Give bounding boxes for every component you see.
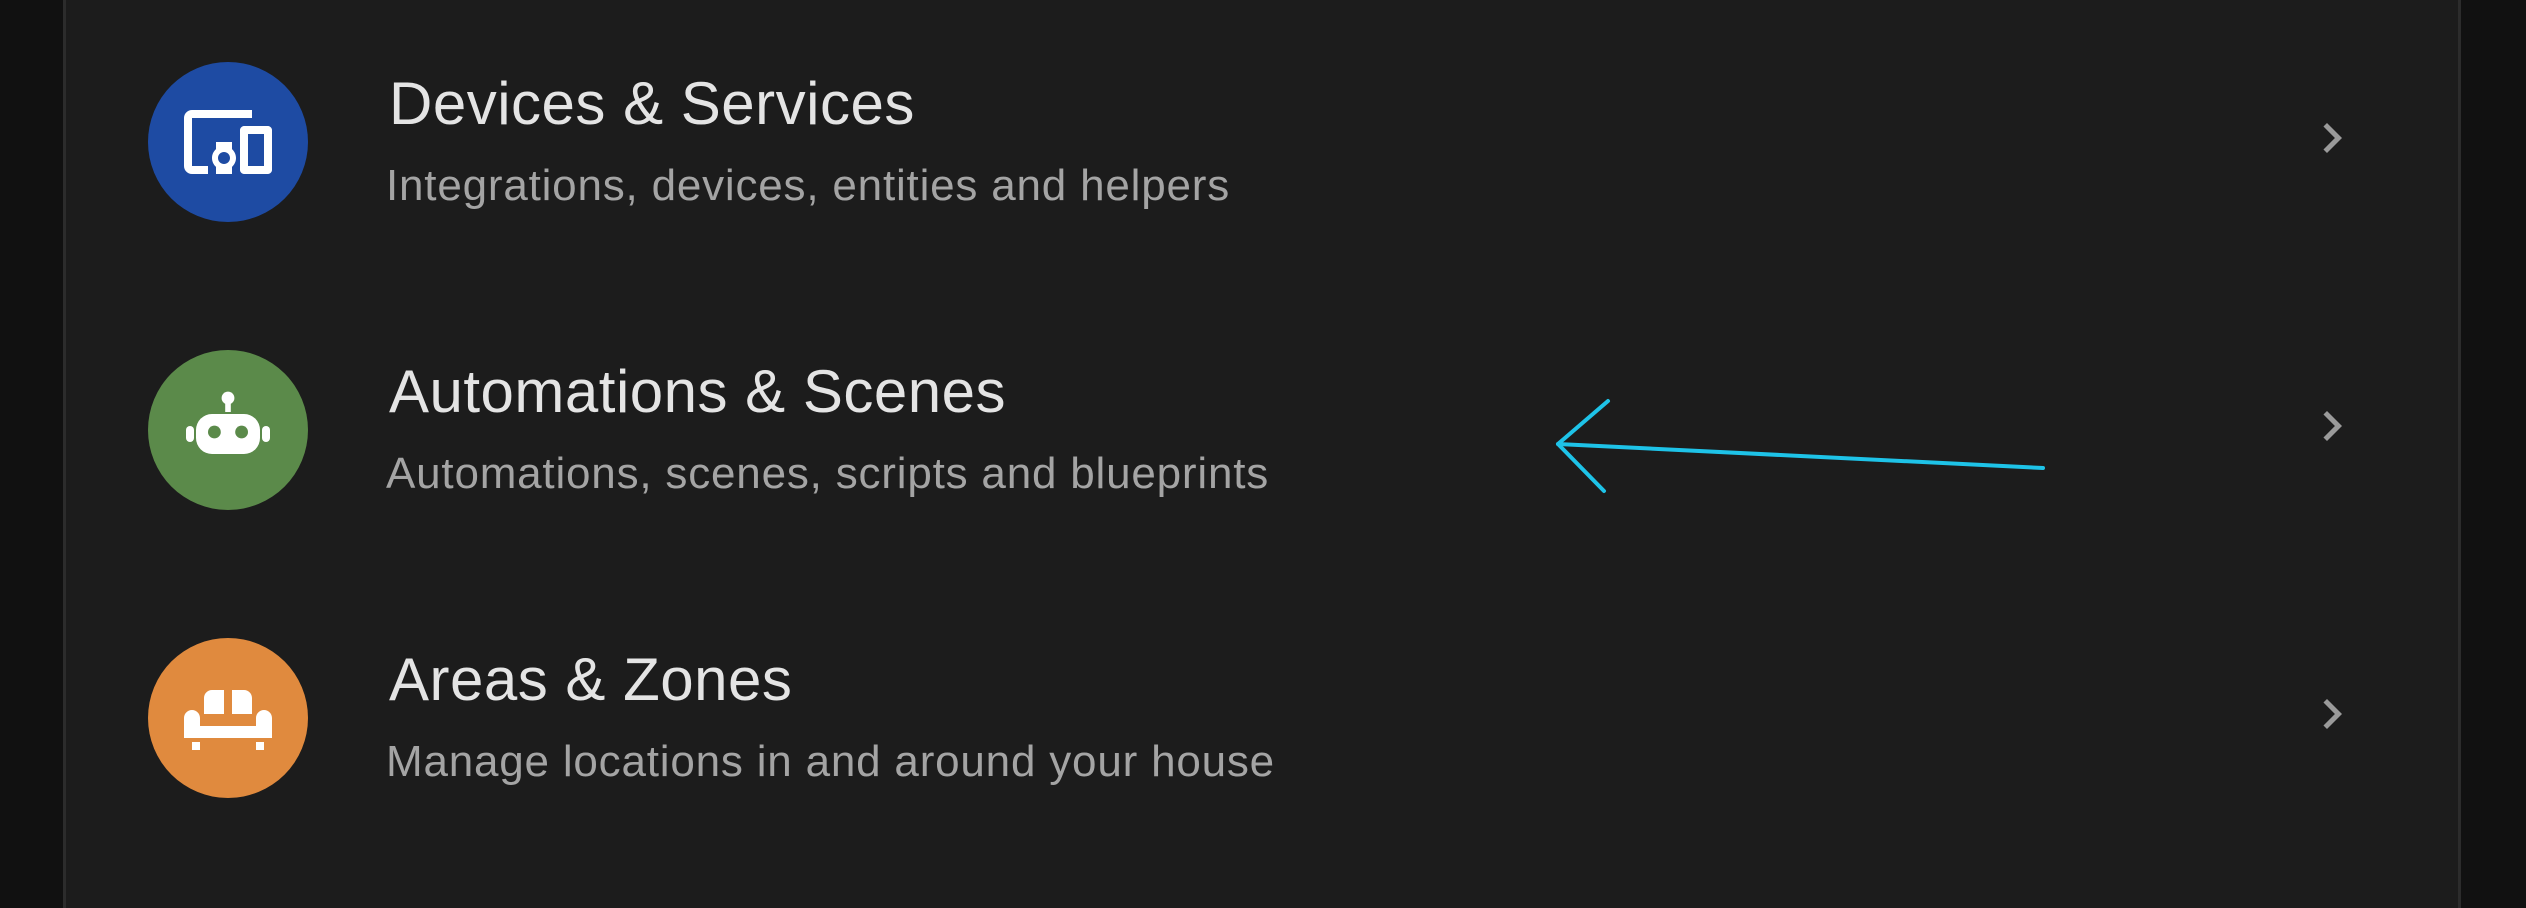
item-title: Areas & Zones [389, 646, 793, 713]
item-title: Automations & Scenes [389, 358, 1007, 425]
item-title: Devices & Services [389, 70, 915, 137]
item-subtitle: Integrations, devices, entities and help… [386, 161, 1230, 210]
devices-icon-glyph [184, 110, 272, 174]
chevron-right-icon[interactable] [2302, 684, 2362, 744]
sofa-icon [148, 638, 308, 798]
item-subtitle: Manage locations in and around your hous… [386, 737, 1275, 786]
settings-item-devices-services[interactable]: Devices & Services Integrations, devices… [66, 0, 2458, 288]
chevron-right-icon[interactable] [2302, 396, 2362, 456]
chevron-right-icon[interactable] [2302, 108, 2362, 168]
settings-card: Devices & Services Integrations, devices… [63, 0, 2461, 908]
settings-item-automations-scenes[interactable]: Automations & Scenes Automations, scenes… [66, 288, 2458, 576]
item-subtitle: Automations, scenes, scripts and bluepri… [386, 449, 1270, 498]
robot-icon [148, 350, 308, 510]
sofa-icon-glyph [184, 690, 272, 750]
settings-item-areas-zones[interactable]: Areas & Zones Manage locations in and ar… [66, 576, 2458, 864]
app-background: Devices & Services Integrations, devices… [0, 0, 2526, 908]
robot-icon-glyph [186, 391, 270, 454]
devices-icon [148, 62, 308, 222]
